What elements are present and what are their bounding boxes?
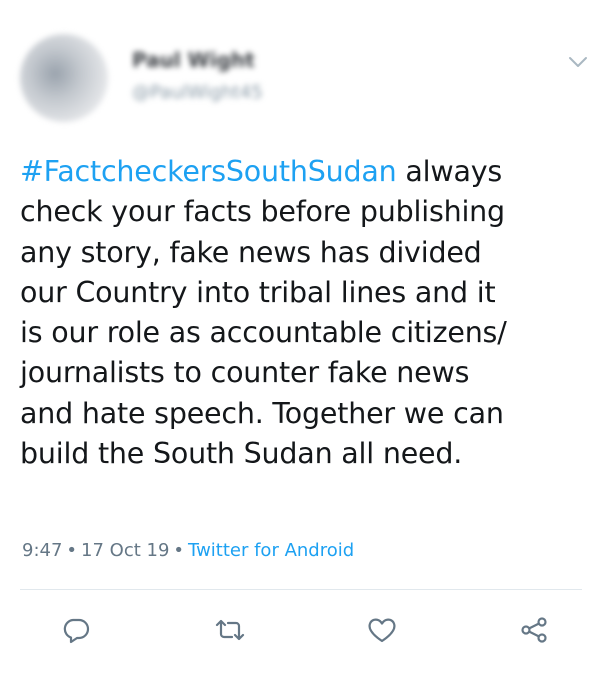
meta-separator: • <box>173 540 185 561</box>
tweet-meta: 9:47 • 17 Oct 19 • Twitter for Android <box>22 540 354 561</box>
tweet-time[interactable]: 9:47 <box>22 540 62 561</box>
like-button[interactable] <box>364 612 400 648</box>
tweet-source-link[interactable]: Twitter for Android <box>188 540 354 561</box>
tweet-body: always check your facts before publishin… <box>20 155 507 471</box>
author-handle[interactable]: @PaulWight45 <box>132 82 263 103</box>
meta-separator: • <box>66 540 78 561</box>
avatar[interactable] <box>20 34 108 122</box>
tweet-text: #FactcheckersSouthSudan always check you… <box>20 152 585 474</box>
reply-icon <box>63 618 90 644</box>
retweet-icon <box>215 619 245 641</box>
reply-button[interactable] <box>58 612 94 648</box>
author-name[interactable]: Paul Wight <box>132 48 255 72</box>
hashtag-link[interactable]: #FactcheckersSouthSudan <box>20 155 397 188</box>
like-icon <box>368 618 396 643</box>
share-button[interactable] <box>516 612 552 648</box>
share-icon <box>521 617 547 643</box>
divider <box>20 589 582 590</box>
tweet-date[interactable]: 17 Oct 19 <box>81 540 169 561</box>
chevron-down-icon[interactable] <box>566 50 590 74</box>
retweet-button[interactable] <box>212 612 248 648</box>
tweet-header: Paul Wight @PaulWight45 <box>0 0 600 140</box>
action-bar <box>0 604 600 664</box>
